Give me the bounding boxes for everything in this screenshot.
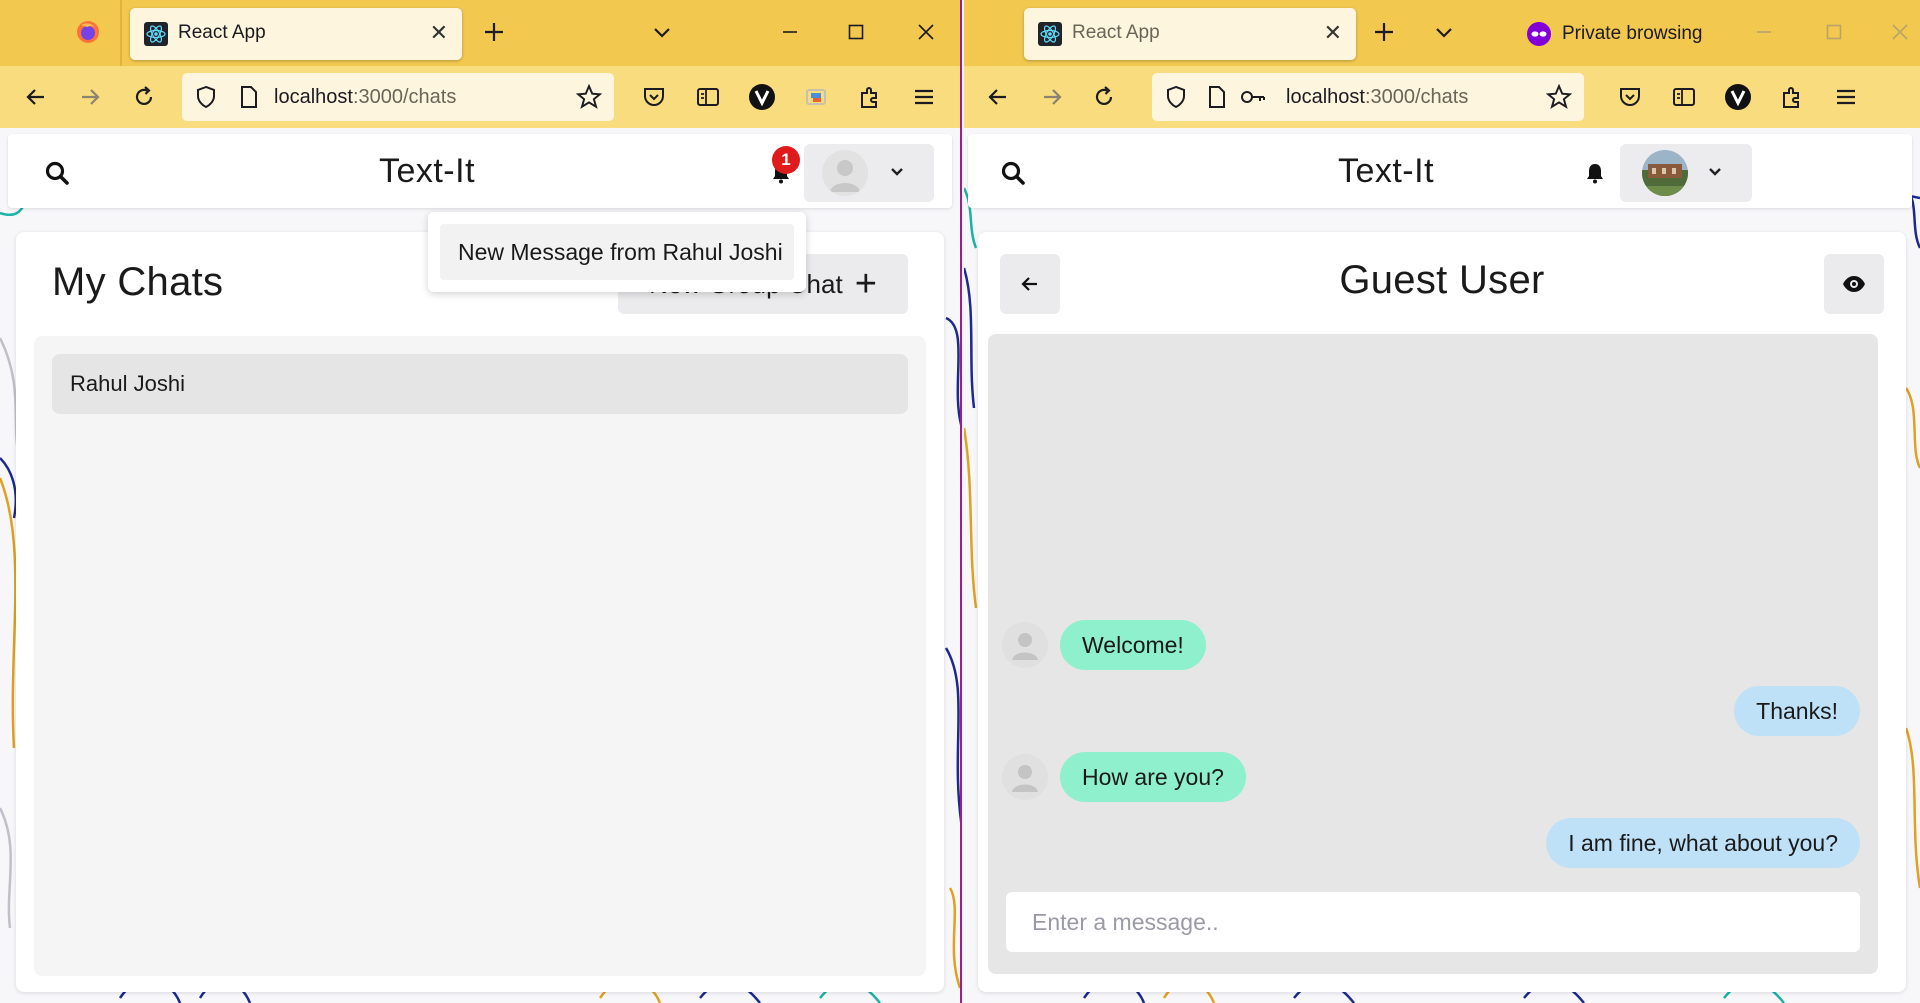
page-icon[interactable] xyxy=(1206,85,1228,109)
tab-bar: React App ✕ xyxy=(0,0,960,66)
my-chats-panel: My Chats New Group Chat + Rahul Joshi xyxy=(16,232,944,992)
tab-divider xyxy=(120,0,122,66)
private-browsing-indicator: Private browsing xyxy=(1526,20,1702,48)
app-title: Text-It xyxy=(378,152,476,190)
url-host: localhost xyxy=(274,86,353,108)
close-window-icon[interactable] xyxy=(908,14,944,50)
key-icon[interactable] xyxy=(1240,87,1266,107)
chevron-down-icon xyxy=(1709,168,1721,176)
pocket-icon[interactable] xyxy=(1612,79,1648,115)
shield-icon[interactable] xyxy=(1164,85,1188,109)
message-bubble-incoming: How are you? xyxy=(1060,752,1246,802)
maximize-icon[interactable] xyxy=(838,14,874,50)
page-title: My Chats xyxy=(52,260,224,304)
v-extension-icon[interactable] xyxy=(744,79,780,115)
reader-view-icon[interactable] xyxy=(1666,79,1702,115)
chat-list-item[interactable]: Rahul Joshi xyxy=(52,354,908,414)
url-text[interactable]: localhost:3000/chats xyxy=(1286,86,1468,109)
close-window-icon[interactable] xyxy=(1882,14,1918,50)
view-profile-button[interactable] xyxy=(1824,254,1884,314)
list-all-tabs-icon[interactable] xyxy=(644,14,680,50)
app-header: Text-It xyxy=(968,134,1912,208)
avatar xyxy=(822,150,868,196)
sender-avatar xyxy=(1002,622,1048,668)
single-chat-panel: Guest User Welcome! Thanks! How are you?… xyxy=(978,232,1906,992)
react-favicon xyxy=(1038,22,1062,46)
shield-icon[interactable] xyxy=(194,85,218,109)
forward-icon[interactable] xyxy=(1034,79,1070,115)
chat-title: Guest User xyxy=(1339,258,1545,302)
sender-avatar xyxy=(1002,754,1048,800)
menu-icon[interactable] xyxy=(1828,79,1864,115)
message-input[interactable] xyxy=(1006,892,1860,952)
chevron-down-icon xyxy=(891,168,903,176)
notification-dropdown: New Message from Rahul Joshi xyxy=(428,212,806,292)
browser-window-left: React App ✕ localhost:3000/chats Text-It… xyxy=(0,0,962,1003)
plus-icon: + xyxy=(854,263,877,305)
maximize-icon[interactable] xyxy=(1816,14,1852,50)
url-host: localhost xyxy=(1286,86,1365,108)
reload-icon[interactable] xyxy=(1086,79,1122,115)
back-icon[interactable] xyxy=(980,79,1016,115)
tab-react-app[interactable]: React App ✕ xyxy=(1024,8,1356,60)
bell-icon[interactable] xyxy=(1584,162,1606,184)
private-browsing-label: Private browsing xyxy=(1562,23,1703,44)
react-favicon xyxy=(144,22,168,46)
close-tab-icon[interactable]: ✕ xyxy=(430,20,448,46)
tab-title: React App xyxy=(1072,22,1160,43)
url-text[interactable]: localhost:3000/chats xyxy=(274,86,456,109)
reader-view-icon[interactable] xyxy=(690,79,726,115)
user-menu-button[interactable] xyxy=(1620,144,1752,202)
back-icon[interactable] xyxy=(18,79,54,115)
url-path: :3000/chats xyxy=(352,86,457,108)
nav-toolbar: localhost:3000/chats xyxy=(0,66,960,128)
pocket-icon[interactable] xyxy=(636,79,672,115)
message-bubble-outgoing: Thanks! xyxy=(1734,686,1860,736)
user-menu-button[interactable] xyxy=(804,144,934,202)
nav-toolbar: localhost:3000/chats xyxy=(964,66,1920,128)
minimize-icon[interactable] xyxy=(772,14,808,50)
reload-icon[interactable] xyxy=(126,79,162,115)
notification-badge[interactable]: 1 xyxy=(772,146,800,174)
bookmark-star-icon[interactable] xyxy=(1546,84,1572,110)
bookmark-star-icon[interactable] xyxy=(576,84,602,110)
avatar xyxy=(1642,150,1688,196)
menu-icon[interactable] xyxy=(906,79,942,115)
close-tab-icon[interactable]: ✕ xyxy=(1324,20,1342,46)
minimize-icon[interactable] xyxy=(1746,14,1782,50)
page-content: Text-It 1 My Chats New Group Chat + Rahu… xyxy=(0,128,960,1003)
message-area: Welcome! Thanks! How are you? I am fine,… xyxy=(988,334,1878,974)
message-bubble-outgoing: I am fine, what about you? xyxy=(1546,818,1860,868)
screenshot-icon[interactable] xyxy=(798,79,834,115)
page-content: Text-It Guest User Welcome! Thanks! How … xyxy=(964,128,1920,1003)
extensions-icon[interactable] xyxy=(1774,79,1810,115)
notification-item[interactable]: New Message from Rahul Joshi xyxy=(440,224,794,280)
private-mask-icon xyxy=(1527,22,1551,46)
url-path: :3000/chats xyxy=(1364,86,1469,108)
list-all-tabs-icon[interactable] xyxy=(1426,14,1462,50)
chat-list: Rahul Joshi xyxy=(34,336,926,976)
url-bar[interactable]: localhost:3000/chats xyxy=(182,73,614,121)
extensions-icon[interactable] xyxy=(852,79,888,115)
browser-window-right: React App ✕ Private browsing localhost:3… xyxy=(964,0,1920,1003)
firefox-icon[interactable] xyxy=(70,14,106,50)
tab-bar: React App ✕ Private browsing xyxy=(964,0,1920,66)
new-tab-icon[interactable] xyxy=(1366,14,1402,50)
page-icon[interactable] xyxy=(238,85,260,109)
url-bar[interactable]: localhost:3000/chats xyxy=(1152,73,1584,121)
message-bubble-incoming: Welcome! xyxy=(1060,620,1206,670)
eye-icon xyxy=(1843,276,1865,292)
new-tab-icon[interactable] xyxy=(476,14,512,50)
tab-title: React App xyxy=(178,22,266,43)
v-extension-icon[interactable] xyxy=(1720,79,1756,115)
forward-icon[interactable] xyxy=(72,79,108,115)
app-header: Text-It 1 xyxy=(8,134,952,208)
tab-react-app[interactable]: React App ✕ xyxy=(130,8,462,60)
